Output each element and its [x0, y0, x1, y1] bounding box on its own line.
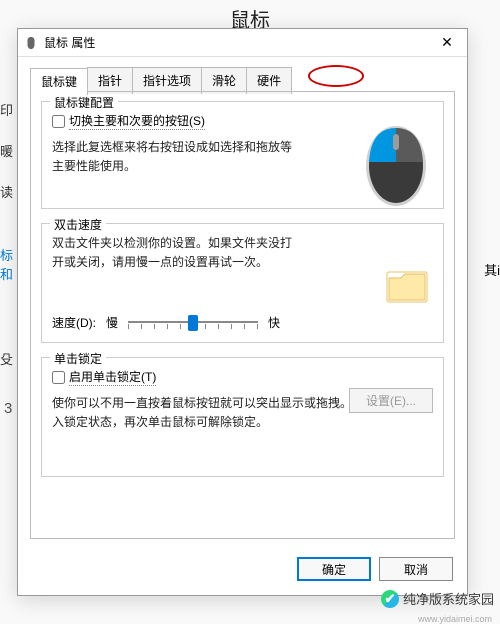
clicklock-checkbox[interactable]	[52, 371, 65, 384]
bg-sidebar: 印暖读标和殳	[0, 100, 14, 500]
tab-2[interactable]: 指针选项	[132, 67, 202, 94]
clicklock-label[interactable]: 启用单击锁定(T)	[69, 368, 156, 386]
cancel-button[interactable]: 取消	[379, 557, 453, 581]
folder-icon[interactable]	[385, 266, 429, 306]
bg-right-label: 其i	[484, 260, 500, 279]
tab-bar: 鼠标键指针指针选项滑轮硬件	[30, 67, 455, 94]
watermark-text: 纯净版系统家园	[403, 589, 494, 608]
group-double-click: 双击速度 双击文件夹以检测你的设置。如果文件夹没打开或关闭，请用慢一点的设置再试…	[41, 223, 444, 343]
tab-4[interactable]: 硬件	[246, 67, 292, 94]
slider-thumb[interactable]	[188, 315, 198, 331]
group-click-lock: 单击锁定 启用单击锁定(T) 设置(E)... 使你可以不用一直按着鼠标按钮就可…	[41, 357, 444, 477]
watermark-url: www.yidaimei.com	[418, 614, 492, 624]
titlebar: 鼠标 属性 ✕	[18, 29, 467, 57]
mouse-icon	[24, 36, 38, 50]
watermark-logo-icon: ✔	[381, 590, 399, 608]
speed-label: 速度(D):	[52, 314, 96, 331]
speed-row: 速度(D): 慢 快	[52, 312, 280, 332]
group-title: 鼠标键配置	[50, 94, 118, 111]
slow-label: 慢	[106, 314, 118, 331]
group1-desc: 选择此复选框来将右按钮设成如选择和拖放等主要性能使用。	[52, 138, 302, 176]
fast-label: 快	[268, 314, 280, 331]
group2-desc: 双击文件夹以检测你的设置。如果文件夹没打开或关闭，请用慢一点的设置再试一次。	[52, 234, 302, 272]
bg-num: 3	[4, 400, 12, 417]
tab-panel: 鼠标键配置 切换主要和次要的按钮(S) 选择此复选框来将右按钮设成如选择和拖放等…	[30, 91, 455, 539]
group-button-config: 鼠标键配置 切换主要和次要的按钮(S) 选择此复选框来将右按钮设成如选择和拖放等…	[41, 101, 444, 209]
clicklock-settings-button: 设置(E)...	[349, 388, 433, 413]
group-title: 双击速度	[50, 216, 106, 233]
mouse-properties-dialog: 鼠标 属性 ✕ 鼠标键指针指针选项滑轮硬件 鼠标键配置 切换主要和次要的按钮(S…	[17, 28, 468, 596]
dialog-buttons: 确定 取消	[297, 557, 453, 581]
group-title: 单击锁定	[50, 350, 106, 367]
tab-1[interactable]: 指针	[87, 67, 133, 94]
dialog-title: 鼠标 属性	[44, 34, 427, 51]
tab-0[interactable]: 鼠标键	[30, 68, 88, 95]
mouse-illustration	[359, 116, 433, 208]
swap-buttons-checkbox[interactable]	[52, 115, 65, 128]
watermark: ✔ 纯净版系统家园	[381, 589, 494, 608]
ok-button[interactable]: 确定	[297, 557, 371, 581]
swap-buttons-label[interactable]: 切换主要和次要的按钮(S)	[69, 112, 205, 130]
close-button[interactable]: ✕	[427, 29, 467, 57]
tab-3[interactable]: 滑轮	[201, 67, 247, 94]
speed-slider[interactable]	[128, 312, 258, 332]
